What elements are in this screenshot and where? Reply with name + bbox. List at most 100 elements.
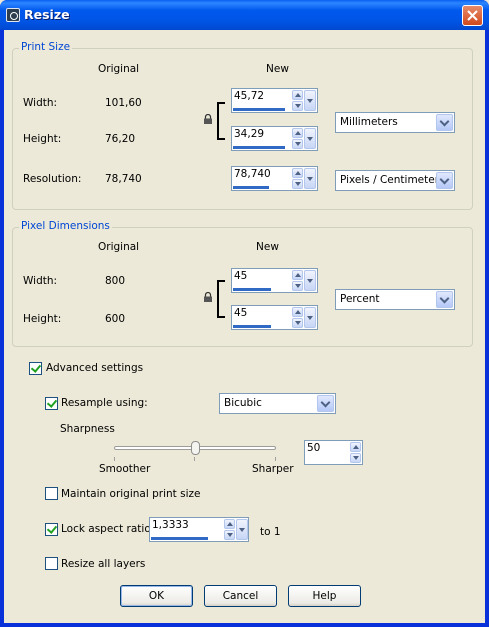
spin-down-icon[interactable] <box>292 179 303 189</box>
spin-value: 1,3333 <box>152 519 189 531</box>
spin-value: 45,72 <box>234 90 265 102</box>
sharpness-slider-thumb[interactable] <box>190 441 200 455</box>
select-value: Percent <box>340 293 380 305</box>
spin-up-icon[interactable] <box>350 442 361 452</box>
sharpness-label: Sharpness <box>60 423 115 435</box>
spin-value: 34,29 <box>234 128 265 140</box>
spin-down-icon[interactable] <box>224 530 235 540</box>
spin-down-icon[interactable] <box>292 281 303 291</box>
height-label: Height: <box>23 313 62 325</box>
spin-level-bar <box>233 186 269 189</box>
spin-level-bar <box>233 325 271 328</box>
spin-value: 50 <box>307 442 321 454</box>
select-value: Pixels / Centimeter <box>340 174 440 186</box>
slider-tick <box>194 457 195 461</box>
spin-down-icon[interactable] <box>292 139 303 149</box>
resolution-label: Resolution: <box>23 173 82 185</box>
aspect-suffix-label: to 1 <box>260 526 281 538</box>
dropdown-arrow-icon[interactable] <box>304 307 316 328</box>
dropdown-arrow-icon[interactable] <box>304 270 316 291</box>
spin-arrows[interactable] <box>292 168 303 189</box>
title-bar[interactable]: Resize <box>0 0 489 30</box>
spin-up-icon[interactable] <box>292 307 303 317</box>
column-new-label: New <box>266 63 289 75</box>
chevron-down-icon[interactable] <box>436 172 453 189</box>
spin-up-icon[interactable] <box>292 168 303 178</box>
select-value: Bicubic <box>224 397 262 409</box>
spin-up-icon[interactable] <box>292 90 303 100</box>
spin-arrows[interactable] <box>292 128 303 149</box>
window-title: Resize <box>24 7 70 22</box>
spin-up-icon[interactable] <box>224 519 235 529</box>
resolution-spinbox[interactable]: 78,740 <box>231 166 318 191</box>
sharpness-spinbox[interactable]: 50 <box>304 440 363 465</box>
width-label: Width: <box>23 97 58 109</box>
column-original-label: Original <box>98 63 140 75</box>
column-original-label: Original <box>98 241 140 253</box>
print-units-select[interactable]: Millimeters <box>335 112 455 133</box>
spin-arrows[interactable] <box>224 519 235 540</box>
spin-up-icon[interactable] <box>292 128 303 138</box>
lock-aspect-ratio-label: Lock aspect ratio: <box>61 523 155 535</box>
width-original-value: 101,60 <box>105 97 142 109</box>
aspect-bracket <box>217 280 225 318</box>
close-icon <box>467 10 478 21</box>
width-original-value: 800 <box>105 275 126 287</box>
spin-arrows[interactable] <box>350 442 361 463</box>
spin-arrows[interactable] <box>292 270 303 291</box>
advanced-settings-checkbox[interactable] <box>29 362 42 375</box>
pixel-height-spinbox[interactable]: 45 <box>231 305 318 330</box>
select-value: Millimeters <box>340 116 398 128</box>
help-button[interactable]: Help <box>288 585 361 607</box>
aspect-bracket <box>217 102 225 140</box>
ok-button[interactable]: OK <box>120 585 193 607</box>
pixel-units-select[interactable]: Percent <box>335 289 455 310</box>
resize-all-layers-checkbox[interactable] <box>45 557 58 570</box>
width-label: Width: <box>23 275 58 287</box>
close-button[interactable] <box>462 5 483 26</box>
lock-icon[interactable] <box>203 292 213 302</box>
chevron-down-icon[interactable] <box>436 114 453 131</box>
dropdown-arrow-icon[interactable] <box>236 519 248 540</box>
sharper-label: Sharper <box>252 463 294 475</box>
aspect-ratio-spinbox[interactable]: 1,3333 <box>149 517 249 542</box>
resolution-original-value: 78,740 <box>105 173 142 185</box>
chevron-down-icon[interactable] <box>317 395 334 412</box>
maintain-print-size-label: Maintain original print size <box>61 488 201 500</box>
lock-icon[interactable] <box>203 114 213 124</box>
advanced-settings-label: Advanced settings <box>46 362 144 374</box>
resample-method-select[interactable]: Bicubic <box>219 393 336 414</box>
lock-aspect-ratio-checkbox[interactable] <box>45 523 58 536</box>
chevron-down-icon[interactable] <box>436 291 453 308</box>
spin-arrows[interactable] <box>292 307 303 328</box>
dropdown-arrow-icon[interactable] <box>304 168 316 189</box>
dropdown-arrow-icon[interactable] <box>304 128 316 149</box>
spin-value: 45 <box>234 307 248 319</box>
spin-level-bar <box>151 537 208 540</box>
spin-down-icon[interactable] <box>292 101 303 111</box>
group-title: Pixel Dimensions <box>19 220 112 232</box>
app-icon <box>6 8 20 22</box>
spin-arrows[interactable] <box>292 90 303 111</box>
group-title: Print Size <box>19 41 73 53</box>
cancel-button[interactable]: Cancel <box>204 585 277 607</box>
maintain-print-size-checkbox[interactable] <box>45 487 58 500</box>
resize-dialog: Resize Print Size Original New Width: 10… <box>0 0 489 627</box>
spin-up-icon[interactable] <box>292 270 303 280</box>
resample-label: Resample using: <box>61 397 148 409</box>
spin-level-bar <box>233 288 271 291</box>
print-height-spinbox[interactable]: 34,29 <box>231 126 318 151</box>
pixel-width-spinbox[interactable]: 45 <box>231 268 318 293</box>
dropdown-arrow-icon[interactable] <box>304 90 316 111</box>
spin-value: 45 <box>234 270 248 282</box>
height-original-value: 76,20 <box>105 133 136 145</box>
slider-tick <box>275 457 276 461</box>
resolution-units-select[interactable]: Pixels / Centimeter <box>335 170 455 191</box>
spin-value: 78,740 <box>234 168 271 180</box>
print-width-spinbox[interactable]: 45,72 <box>231 88 318 113</box>
spin-down-icon[interactable] <box>350 453 361 463</box>
resample-checkbox[interactable] <box>45 397 58 410</box>
column-new-label: New <box>256 241 279 253</box>
spin-down-icon[interactable] <box>292 318 303 328</box>
spin-level-bar <box>233 108 285 111</box>
